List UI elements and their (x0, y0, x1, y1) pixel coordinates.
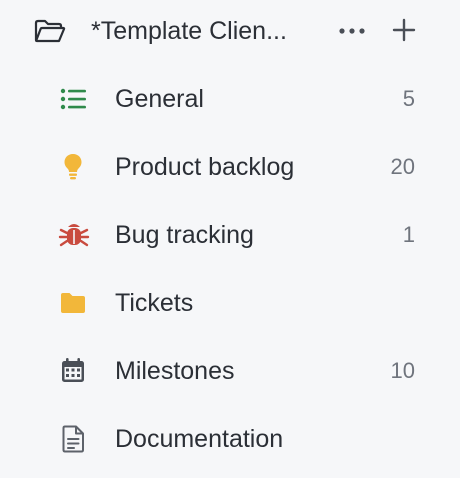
bug-icon (58, 221, 90, 249)
project-sections-list: General 5 Product backlog 20 Bug trackin… (0, 65, 460, 473)
sidebar-item-documentation[interactable]: Documentation (0, 405, 460, 473)
sidebar-item-label: Milestones (115, 357, 235, 385)
sidebar-item-product-backlog[interactable]: Product backlog 20 (0, 133, 460, 201)
folder-open-icon (33, 16, 67, 46)
sidebar-item-label: Product backlog (115, 153, 295, 181)
sidebar-item-general[interactable]: General 5 (0, 65, 460, 133)
sidebar-item-label: Tickets (115, 289, 194, 317)
more-options-icon[interactable] (336, 18, 368, 44)
project-title[interactable]: *Template Clien... (91, 14, 287, 48)
item-count: 1 (402, 222, 415, 247)
project-header[interactable]: *Template Clien... (0, 0, 460, 62)
sidebar-item-tickets[interactable]: Tickets (0, 269, 460, 337)
sidebar-item-label: Bug tracking (115, 221, 254, 249)
sidebar-item-milestones[interactable]: Milestones 10 (0, 337, 460, 405)
folder-icon (58, 289, 90, 317)
sidebar-item-label: Documentation (115, 425, 284, 453)
lightbulb-icon (58, 153, 90, 181)
document-icon (58, 425, 90, 453)
item-count: 5 (402, 86, 415, 111)
list-icon (58, 85, 90, 113)
calendar-icon (58, 357, 90, 385)
project-sidebar-panel: *Template Clien... General 5 Product bac… (0, 0, 460, 478)
item-count: 10 (390, 358, 415, 383)
item-count: 20 (390, 154, 415, 179)
sidebar-item-bug-tracking[interactable]: Bug tracking 1 (0, 201, 460, 269)
plus-icon[interactable] (389, 15, 419, 45)
sidebar-item-label: General (115, 85, 204, 113)
